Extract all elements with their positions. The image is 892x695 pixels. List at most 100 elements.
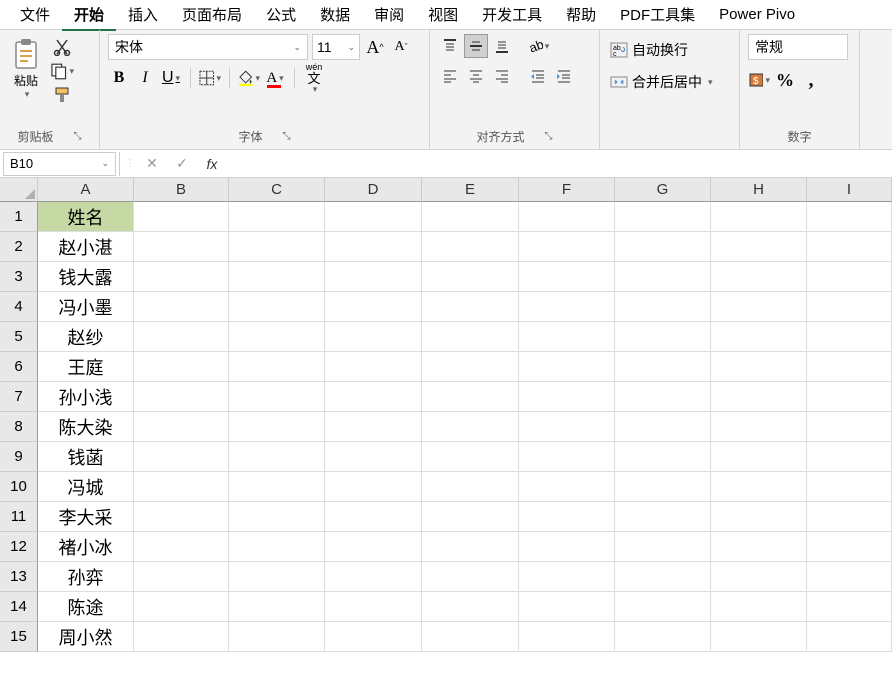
menu-tab[interactable]: 页面布局: [170, 0, 254, 31]
cell[interactable]: [519, 322, 615, 352]
cell[interactable]: [519, 562, 615, 592]
cell[interactable]: [134, 262, 229, 292]
cell[interactable]: [615, 262, 711, 292]
cell[interactable]: [519, 622, 615, 652]
menu-tab[interactable]: 开发工具: [470, 0, 554, 31]
cell[interactable]: [134, 352, 229, 382]
cell[interactable]: [422, 382, 519, 412]
cell[interactable]: [134, 502, 229, 532]
enter-button[interactable]: ✓: [168, 152, 196, 176]
cell[interactable]: [229, 292, 325, 322]
cell[interactable]: [711, 592, 807, 622]
cell[interactable]: [325, 352, 422, 382]
align-middle-button[interactable]: [464, 34, 488, 58]
cell[interactable]: [422, 412, 519, 442]
cell[interactable]: [615, 442, 711, 472]
cell[interactable]: [519, 202, 615, 232]
cell[interactable]: [711, 412, 807, 442]
row-header[interactable]: 3: [0, 262, 38, 292]
cell[interactable]: [615, 292, 711, 322]
row-header[interactable]: 10: [0, 472, 38, 502]
cell[interactable]: 赵小湛: [38, 232, 134, 262]
row-header[interactable]: 1: [0, 202, 38, 232]
cell[interactable]: [229, 562, 325, 592]
cell[interactable]: [807, 502, 892, 532]
cell[interactable]: 钱菡: [38, 442, 134, 472]
cell[interactable]: [422, 322, 519, 352]
cell[interactable]: [422, 292, 519, 322]
cell[interactable]: [711, 292, 807, 322]
cell[interactable]: [711, 202, 807, 232]
functions-dropdown[interactable]: ⋮: [124, 152, 136, 176]
cell[interactable]: [519, 262, 615, 292]
cell[interactable]: [615, 412, 711, 442]
phonetic-button[interactable]: wén 文 ▾: [303, 66, 325, 90]
cell[interactable]: [229, 382, 325, 412]
column-header[interactable]: E: [422, 178, 519, 202]
cell[interactable]: [229, 472, 325, 502]
paste-button[interactable]: 粘贴 ▾: [8, 34, 44, 108]
cell[interactable]: [615, 382, 711, 412]
row-header[interactable]: 12: [0, 532, 38, 562]
cell[interactable]: 冯小墨: [38, 292, 134, 322]
menu-tab[interactable]: 视图: [416, 0, 470, 31]
cell[interactable]: [229, 442, 325, 472]
bold-button[interactable]: B: [108, 66, 130, 90]
cell[interactable]: [229, 502, 325, 532]
cell[interactable]: [134, 292, 229, 322]
row-header[interactable]: 8: [0, 412, 38, 442]
cell[interactable]: [519, 532, 615, 562]
cell[interactable]: [615, 352, 711, 382]
cell[interactable]: [615, 532, 711, 562]
cell[interactable]: [807, 532, 892, 562]
cell[interactable]: [422, 262, 519, 292]
cell[interactable]: [711, 472, 807, 502]
copy-button[interactable]: ▾: [50, 60, 74, 82]
border-button[interactable]: ▾: [199, 66, 221, 90]
font-color-button[interactable]: A ▾: [264, 66, 286, 90]
cell[interactable]: [519, 352, 615, 382]
cell[interactable]: [134, 592, 229, 622]
cell[interactable]: [519, 472, 615, 502]
fill-color-button[interactable]: ▾: [238, 66, 260, 90]
cell[interactable]: [615, 502, 711, 532]
cell[interactable]: [422, 442, 519, 472]
dialog-launcher-icon[interactable]: ⤡: [74, 131, 82, 142]
cell[interactable]: [229, 352, 325, 382]
cell[interactable]: [422, 532, 519, 562]
cell[interactable]: [229, 322, 325, 352]
cell[interactable]: 李大采: [38, 502, 134, 532]
cell[interactable]: [134, 322, 229, 352]
cell[interactable]: [615, 232, 711, 262]
cell[interactable]: [807, 622, 892, 652]
cell[interactable]: 陈大染: [38, 412, 134, 442]
merge-center-button[interactable]: 合并后居中 ▾: [608, 66, 731, 98]
font-size-select[interactable]: 11 ⌄: [312, 34, 360, 60]
dialog-launcher-icon[interactable]: ⤡: [545, 131, 553, 142]
cell[interactable]: [807, 382, 892, 412]
row-header[interactable]: 13: [0, 562, 38, 592]
percent-button[interactable]: %: [774, 68, 796, 92]
cell[interactable]: [325, 262, 422, 292]
cell[interactable]: [422, 622, 519, 652]
cell[interactable]: [711, 502, 807, 532]
cell[interactable]: [229, 592, 325, 622]
cell[interactable]: [519, 382, 615, 412]
cell[interactable]: 周小然: [38, 622, 134, 652]
cell[interactable]: [325, 292, 422, 322]
cell[interactable]: [615, 322, 711, 352]
cell[interactable]: [229, 412, 325, 442]
cell[interactable]: [807, 292, 892, 322]
cell[interactable]: [519, 592, 615, 622]
cell[interactable]: [615, 562, 711, 592]
cell[interactable]: [711, 232, 807, 262]
cell[interactable]: [422, 232, 519, 262]
column-header[interactable]: C: [229, 178, 325, 202]
cell[interactable]: 王庭: [38, 352, 134, 382]
cell[interactable]: [325, 202, 422, 232]
menu-tab[interactable]: Power Pivo: [707, 0, 807, 29]
cell[interactable]: [325, 472, 422, 502]
row-header[interactable]: 14: [0, 592, 38, 622]
menu-tab[interactable]: 数据: [308, 0, 362, 31]
cell[interactable]: [325, 562, 422, 592]
